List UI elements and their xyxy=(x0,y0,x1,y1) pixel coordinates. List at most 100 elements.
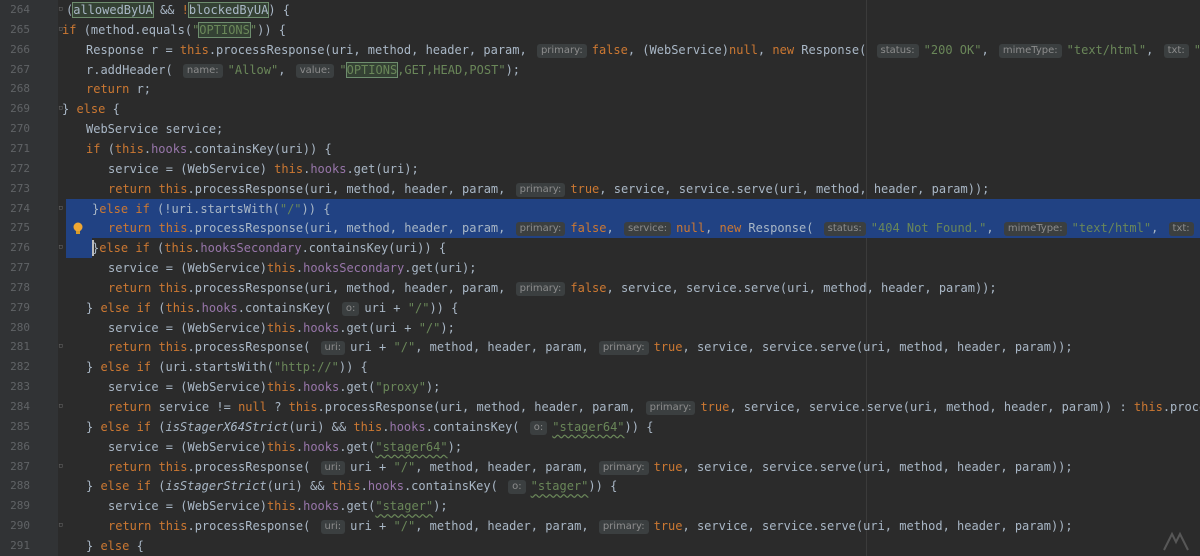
code-text: Response r = this.processResponse(uri, m… xyxy=(86,40,1200,60)
code-token: else if xyxy=(99,201,158,216)
code-text: return service != null ? this.processRes… xyxy=(108,397,1200,417)
code-token: , xyxy=(1146,42,1161,57)
code-line[interactable]: 289 service = (WebService)this.hooks.get(… xyxy=(0,496,1200,516)
code-line[interactable]: 276 ▫}else if (this.hooksSecondary.contai… xyxy=(0,238,1200,259)
code-token: (uri) && xyxy=(288,419,354,434)
code-token: " xyxy=(339,62,347,77)
code-token: )) { xyxy=(301,201,331,216)
fold-marker-icon[interactable]: ▫ xyxy=(58,521,66,530)
parameter-hint: status: xyxy=(823,222,866,237)
code-line[interactable]: 278 return this.processResponse(uri, meth… xyxy=(0,278,1200,298)
line-number: 275 xyxy=(10,221,30,235)
code-line[interactable]: 290 ▫ return this.processResponse( uri: uri… xyxy=(0,516,1200,536)
code-line[interactable]: 274 ▫}else if (!uri.startsWith("/")) { xyxy=(0,198,1200,219)
code-token: true xyxy=(700,400,730,414)
code-token: uri + xyxy=(350,459,394,474)
fold-marker-icon[interactable]: ▫ xyxy=(58,342,66,351)
code-line[interactable]: 270 WebService service; xyxy=(0,119,1200,139)
code-token: , service, service.serve(uri, method, he… xyxy=(682,519,1073,534)
parameter-hint: primary: xyxy=(645,401,696,415)
code-token: true xyxy=(653,519,683,534)
code-token: uri + xyxy=(350,340,394,355)
fold-marker-icon[interactable]: ▫ xyxy=(58,203,66,213)
code-line[interactable]: 286 service = (WebService)this.hooks.get(… xyxy=(0,437,1200,457)
code-text: if (method.equals("OPTIONS")) { xyxy=(62,20,286,40)
intention-bulb-icon[interactable] xyxy=(72,221,84,235)
line-number: 286 xyxy=(10,439,30,453)
code-token: { xyxy=(112,102,120,117)
line-number: 290 xyxy=(10,519,30,533)
code-token: hooks xyxy=(201,300,238,315)
code-line[interactable]: 282} else if (uri.startsWith("http://"))… xyxy=(0,357,1200,377)
code-token: "proxy" xyxy=(375,380,426,395)
code-token: .containsKey(uri)) { xyxy=(187,141,332,156)
code-line[interactable]: 291} else { xyxy=(0,536,1200,556)
code-token: ); xyxy=(433,499,448,514)
code-token: ) { xyxy=(268,3,291,17)
code-token: .processResponse( xyxy=(187,519,318,534)
code-token: ); xyxy=(447,439,463,454)
code-token: , service, service.serve(uri, method, he… xyxy=(682,459,1073,474)
fold-marker-icon[interactable]: ▫ xyxy=(58,461,66,471)
code-token: , xyxy=(986,221,1001,236)
code-editor[interactable]: 264 ▫ (allowedByUA && !blockedByUA) {265 ▫ i… xyxy=(0,0,1200,556)
code-token: (uri) && xyxy=(266,479,332,494)
line-number: 276 xyxy=(10,241,30,255)
code-token: ? xyxy=(274,400,289,414)
code-line[interactable]: 273 return this.processResponse(uri, meth… xyxy=(0,179,1200,199)
code-token: )) { xyxy=(588,479,618,494)
code-line[interactable]: 280 service = (WebService)this.hooks.get(… xyxy=(0,318,1200,338)
code-line[interactable]: 267 r.addHeader( name: "Allow", value: "OPT… xyxy=(0,60,1200,80)
code-text: service = (WebService) this.hooks.get(ur… xyxy=(108,159,419,179)
line-number: 268 xyxy=(10,82,30,96)
code-line[interactable]: 277 service = (WebService)this.hooksSecon… xyxy=(0,258,1200,278)
code-line[interactable]: 271 if (this.hooks.containsKey(uri)) { xyxy=(0,139,1200,159)
code-line[interactable]: 264 ▫ (allowedByUA && !blockedByUA) { xyxy=(0,0,1200,20)
parameter-hint: primary: xyxy=(515,222,566,237)
code-token: else if xyxy=(100,360,159,375)
line-number: 278 xyxy=(10,280,30,294)
parameter-hint: value: xyxy=(295,63,335,78)
code-token: .containsKey( xyxy=(403,479,506,494)
code-token: .get( xyxy=(339,499,376,514)
code-line[interactable]: 269 ▫} else { xyxy=(0,99,1200,119)
code-token: this xyxy=(114,141,144,156)
code-token: .processResponse(uri, method, header, pa… xyxy=(187,280,513,295)
code-token: ); xyxy=(505,62,521,77)
line-number: 282 xyxy=(10,360,30,374)
code-token: service != xyxy=(158,400,239,414)
code-token: , xyxy=(757,42,773,57)
code-token: allowedByUA xyxy=(72,2,154,18)
fold-marker-icon[interactable]: ▫ xyxy=(58,5,66,14)
parameter-hint: uri: xyxy=(320,341,346,356)
code-token: } xyxy=(86,300,101,315)
code-token: if xyxy=(62,22,84,37)
fold-marker-icon[interactable]: ▫ xyxy=(58,402,66,411)
code-token: service = (WebService) xyxy=(108,261,267,276)
code-line[interactable]: 268 return r; xyxy=(0,79,1200,99)
code-token: this xyxy=(288,400,318,414)
code-token: "stager" xyxy=(530,479,589,494)
code-line[interactable]: 285} else if (isStagerX64Strict(uri) && … xyxy=(0,417,1200,437)
code-line[interactable]: 275 return this.processResponse(uri, meth… xyxy=(0,218,1200,239)
fold-marker-icon[interactable]: ▫ xyxy=(58,243,66,252)
code-line[interactable]: 272 service = (WebService) this.hooks.get… xyxy=(0,159,1200,179)
code-line[interactable]: 284 ▫ return service != null ? this.proces… xyxy=(0,397,1200,417)
code-token: isStagerStrict xyxy=(165,479,267,494)
text-caret xyxy=(92,240,94,257)
code-line[interactable]: 283 service = (WebService)this.hooks.get(… xyxy=(0,377,1200,397)
code-line[interactable]: 287 ▫ return this.processResponse( uri: uri… xyxy=(0,457,1200,477)
code-text: service = (WebService)this.hooksSecondar… xyxy=(108,258,477,278)
code-token: , xyxy=(606,221,621,236)
code-line[interactable]: 281 ▫ return this.processResponse( uri: uri… xyxy=(0,337,1200,357)
code-token: false xyxy=(570,280,607,295)
code-line[interactable]: 279} else if (this.hooks.containsKey( o:… xyxy=(0,298,1200,318)
code-line[interactable]: 265 ▫ if (method.equals("OPTIONS")) { xyxy=(0,20,1200,40)
code-token: "200 OK" xyxy=(923,42,982,57)
code-token: .get( xyxy=(339,380,376,395)
code-line[interactable]: 266 Response r = this.processResponse(uri… xyxy=(0,40,1200,60)
line-number: 270 xyxy=(10,122,30,136)
code-text: } else if (isStagerX64Strict(uri) && thi… xyxy=(86,417,653,437)
code-token: . xyxy=(295,380,304,395)
code-line[interactable]: 288} else if (isStagerStrict(uri) && thi… xyxy=(0,476,1200,496)
